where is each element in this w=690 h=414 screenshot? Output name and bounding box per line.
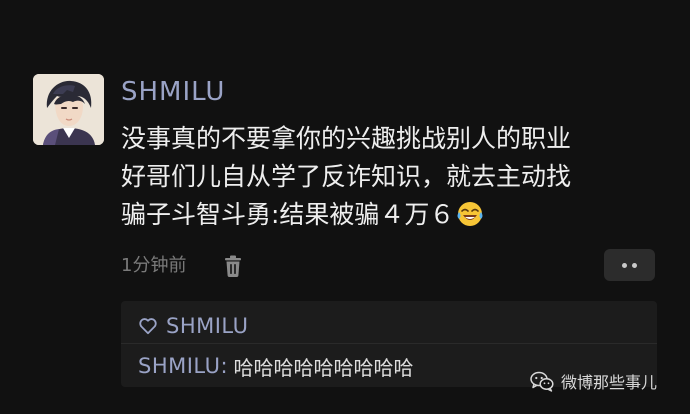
trash-icon — [225, 255, 241, 277]
post-text-line: 骗子斗智斗勇:结果被骗４万６ — [121, 196, 661, 234]
delete-button[interactable] — [222, 254, 244, 278]
moment-post: SHMILU 没事真的不要拿你的兴趣挑战别人的职业 好哥们儿自从学了反诈知识，就… — [0, 0, 690, 414]
more-dot-icon — [632, 263, 637, 268]
wechat-icon — [530, 371, 554, 392]
post-text-line-content: 骗子斗智斗勇:结果被骗４万６ — [121, 200, 455, 229]
liker-name[interactable]: SHMILU — [166, 314, 248, 338]
comment-text: 哈哈哈哈哈哈哈哈哈 — [233, 355, 414, 380]
avatar[interactable] — [33, 74, 104, 145]
divider — [121, 343, 657, 344]
more-dot-icon — [622, 263, 627, 268]
comment-item[interactable]: SHMILU : 哈哈哈哈哈哈哈哈哈 — [138, 351, 414, 381]
heart-icon — [139, 318, 157, 335]
post-username[interactable]: SHMILU — [121, 76, 225, 108]
comment-author[interactable]: SHMILU — [138, 354, 220, 378]
watermark: 微博那些事儿 — [530, 367, 657, 395]
comment-separator: : — [220, 354, 228, 378]
post-timestamp: 1分钟前 — [121, 255, 187, 276]
watermark-text: 微博那些事儿 — [561, 373, 658, 392]
avatar-image — [33, 74, 104, 145]
crying-laughing-emoji-icon — [457, 202, 483, 226]
likes-row: SHMILU — [138, 311, 248, 341]
post-text-line: 好哥们儿自从学了反诈知识，就去主动找 — [121, 162, 572, 191]
post-text: 没事真的不要拿你的兴趣挑战别人的职业 好哥们儿自从学了反诈知识，就去主动找 骗子… — [121, 120, 661, 234]
post-text-line: 没事真的不要拿你的兴趣挑战别人的职业 — [121, 124, 572, 153]
more-actions-button[interactable] — [604, 249, 655, 281]
